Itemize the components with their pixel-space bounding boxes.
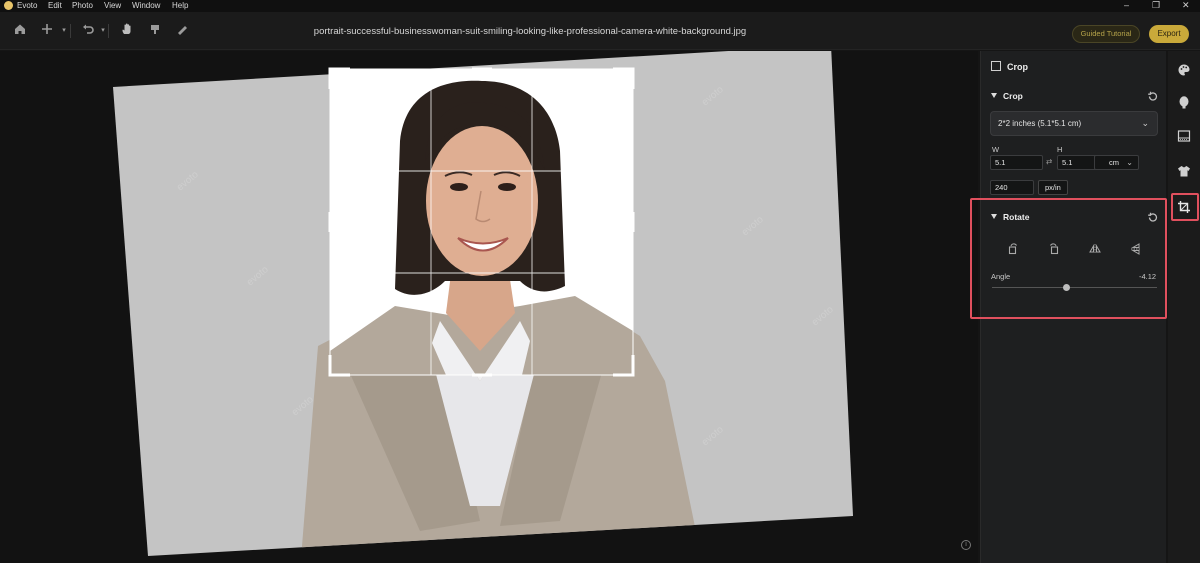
brush-icon[interactable] — [146, 22, 164, 40]
width-field[interactable]: 5.1 — [990, 155, 1043, 170]
angle-slider-track[interactable] — [992, 287, 1157, 288]
crop-section-title: Crop — [1003, 91, 1023, 101]
crop-preset-select[interactable]: 2*2 inches (5.1*5.1 cm) ⌄ — [990, 111, 1158, 136]
crop-icon — [991, 61, 1001, 71]
crop-reset-icon[interactable] — [1147, 91, 1158, 102]
export-button[interactable]: Export — [1149, 25, 1189, 43]
info-icon[interactable]: i — [961, 540, 971, 550]
background-icon[interactable] — [1177, 129, 1191, 143]
app-logo-icon — [4, 1, 13, 10]
panel-header: Crop — [991, 61, 1028, 72]
tool-rail — [1168, 51, 1200, 563]
face-icon[interactable] — [1177, 95, 1191, 109]
panel-title: Crop — [1007, 62, 1028, 72]
hand-icon[interactable] — [118, 22, 136, 40]
toolbar-separator — [108, 24, 109, 38]
unit-select[interactable]: cm ⌄ — [1094, 155, 1139, 170]
rotate-reset-icon[interactable] — [1147, 212, 1158, 223]
menu-view[interactable]: View — [104, 0, 121, 11]
resolution-field[interactable]: 240 — [990, 180, 1034, 195]
height-label: H — [1057, 145, 1063, 154]
collapse-triangle-icon — [991, 214, 997, 219]
home-icon[interactable] — [11, 22, 29, 40]
clothing-icon[interactable] — [1177, 164, 1191, 178]
chevron-down-icon: ⌄ — [1126, 158, 1133, 167]
toolbar: ▾ ▾ portrait-successful-businesswoman-su… — [0, 12, 1200, 50]
rotate-section-title: Rotate — [1003, 212, 1030, 222]
unit-value: cm — [1109, 158, 1119, 167]
toolbar-separator — [70, 24, 71, 38]
flip-horizontal-icon[interactable] — [1089, 243, 1101, 255]
menu-help[interactable]: Help — [172, 0, 188, 11]
eraser-icon[interactable] — [173, 22, 191, 40]
collapse-triangle-icon — [991, 93, 997, 98]
crop-panel: Crop Crop 2*2 inches (5.1*5.1 cm) ⌄ W H … — [970, 51, 1167, 563]
guided-tutorial-button[interactable]: Guided Tutorial — [1072, 25, 1140, 43]
photo-preview: evoto evoto evoto evoto evoto evoto evot… — [113, 51, 853, 556]
menu-window[interactable]: Window — [132, 0, 160, 11]
palette-icon[interactable] — [1177, 63, 1191, 77]
face — [426, 126, 538, 276]
width-label: W — [992, 145, 1000, 154]
flip-vertical-icon[interactable] — [1130, 243, 1142, 255]
crop-icon[interactable] — [1177, 200, 1191, 214]
undo-dropdown-chevron-icon[interactable]: ▾ — [94, 22, 112, 40]
menu-photo[interactable]: Photo — [72, 0, 93, 11]
chevron-down-icon: ⌄ — [1141, 118, 1149, 128]
minimize-button[interactable]: – — [1124, 0, 1129, 11]
close-button[interactable]: ✕ — [1182, 0, 1190, 11]
maximize-button[interactable]: ❐ — [1152, 0, 1160, 11]
rotate-right-icon[interactable] — [1048, 243, 1060, 255]
add-icon[interactable] — [38, 22, 56, 40]
image-canvas[interactable]: evoto evoto evoto evoto evoto evoto evot… — [0, 51, 978, 563]
menu-edit[interactable]: Edit — [48, 0, 62, 11]
resolution-unit[interactable]: px/in — [1038, 180, 1068, 195]
angle-label: Angle — [991, 272, 1011, 281]
rotate-left-icon[interactable] — [1007, 243, 1019, 255]
swap-dimensions-icon[interactable]: ⇄ — [1046, 157, 1052, 166]
rotate-section-toggle[interactable]: Rotate — [991, 212, 1029, 222]
crop-preset-value: 2*2 inches (5.1*5.1 cm) — [998, 119, 1082, 128]
file-title: portrait-successful-businesswoman-suit-s… — [313, 26, 747, 37]
menu-app[interactable]: Evoto — [17, 0, 37, 11]
crop-section-toggle[interactable]: Crop — [991, 91, 1023, 101]
menu-bar: Evoto Edit Photo View Window Help – ❐ ✕ — [0, 0, 1200, 12]
angle-value: -4.12 — [1139, 272, 1157, 281]
